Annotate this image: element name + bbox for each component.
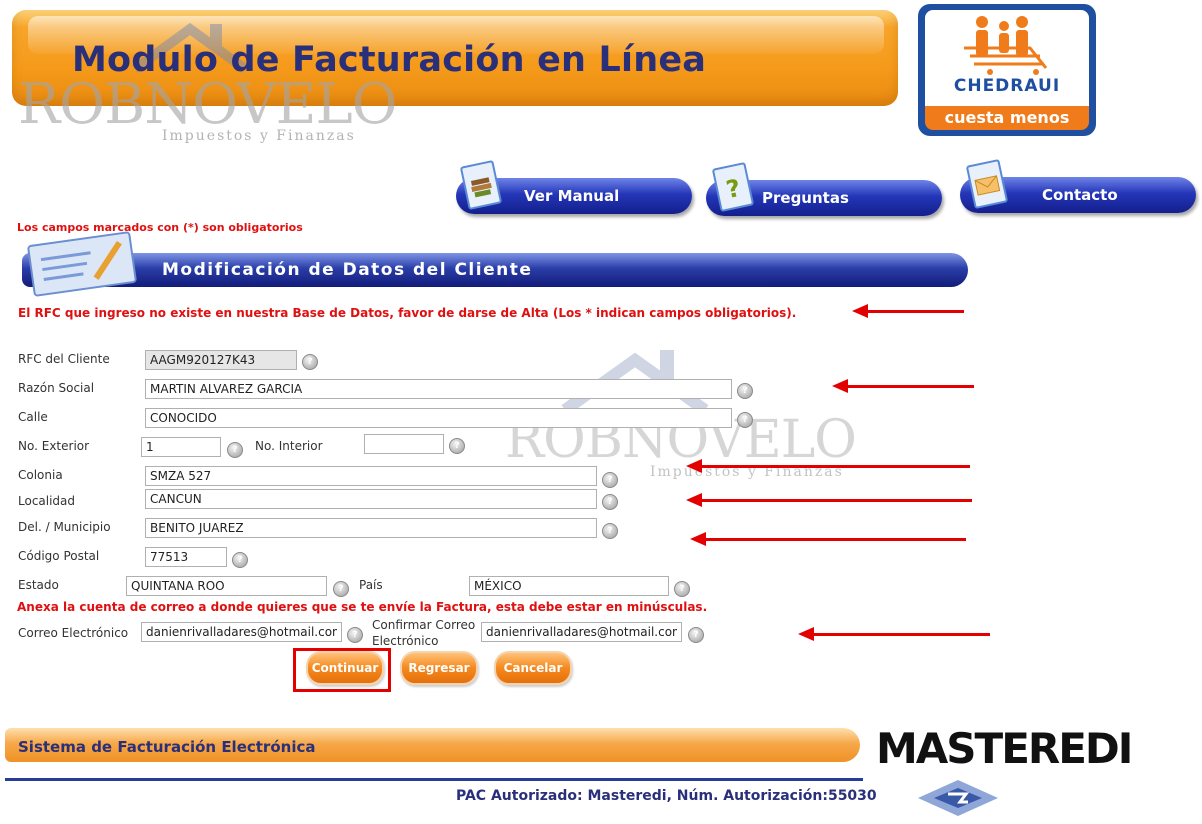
localidad-label: Localidad	[18, 494, 76, 508]
regresar-button[interactable]: Regresar	[400, 651, 478, 685]
annotation-arrow	[690, 532, 966, 546]
rfc-label: RFC del Cliente	[18, 352, 110, 366]
razon-social-label: Razón Social	[18, 381, 95, 395]
annotation-arrow	[852, 304, 964, 318]
annotation-arrow	[798, 627, 990, 641]
calle-label: Calle	[18, 410, 48, 424]
confirmar-correo-label-line1: Confirmar Correo	[372, 618, 476, 632]
municipio-field[interactable]	[145, 518, 597, 538]
pais-field[interactable]	[469, 576, 669, 596]
contacto-label: Contacto	[1042, 186, 1118, 204]
document-pencil-icon	[26, 231, 138, 297]
confirmar-correo-help-icon[interactable]: ?	[688, 627, 704, 643]
estado-label: Estado	[18, 578, 59, 592]
annotation-arrow	[832, 379, 974, 393]
localidad-field[interactable]	[145, 489, 597, 509]
pac-authorization: PAC Autorizado: Masteredi, Núm. Autoriza…	[456, 788, 877, 804]
rfc-field[interactable]	[145, 350, 297, 370]
colonia-field[interactable]	[145, 466, 597, 486]
calle-field[interactable]	[145, 408, 732, 428]
estado-field[interactable]	[126, 576, 327, 596]
pais-label: País	[359, 578, 383, 592]
no-exterior-help-icon[interactable]: ?	[227, 442, 243, 458]
required-fields-note: Los campos marcados con (*) son obligato…	[17, 221, 303, 234]
municipio-help-icon[interactable]: ?	[602, 523, 618, 539]
section-title: Modificación de Datos del Cliente	[162, 260, 533, 280]
footer-divider	[5, 778, 863, 781]
page-title: Modulo de Facturación en Línea	[72, 40, 707, 80]
pais-help-icon[interactable]: ?	[674, 581, 690, 597]
shopping-cart-family-icon	[964, 16, 1048, 75]
preguntas-frecuentes-label: Preguntas Frecuentes	[762, 189, 856, 243]
colonia-help-icon[interactable]: ?	[602, 472, 618, 488]
no-exterior-field[interactable]	[141, 437, 221, 457]
masteredi-emblem-icon	[918, 780, 998, 816]
confirmar-correo-label-line2: Electrónico	[372, 634, 439, 648]
razon-social-field[interactable]	[145, 379, 732, 399]
confirmar-correo-field[interactable]	[481, 622, 682, 642]
ver-manual-label: Ver Manual	[524, 187, 620, 205]
municipio-label: Del. / Municipio	[18, 520, 111, 534]
correo-field[interactable]	[141, 622, 342, 642]
localidad-help-icon[interactable]: ?	[602, 494, 618, 510]
colonia-label: Colonia	[18, 468, 63, 482]
no-interior-help-icon[interactable]: ?	[449, 438, 465, 454]
chedraui-name: CHEDRAUI	[953, 76, 1061, 96]
cancelar-button[interactable]: Cancelar	[494, 651, 572, 685]
continuar-highlight	[293, 648, 391, 692]
correo-label: Correo Electrónico	[18, 626, 129, 640]
codigo-postal-field[interactable]	[145, 547, 227, 567]
annotation-arrow	[686, 459, 970, 473]
chedraui-slogan: cuesta menos	[925, 106, 1089, 130]
no-exterior-label: No. Exterior	[18, 439, 90, 453]
annotation-arrow	[686, 493, 972, 507]
correo-help-icon[interactable]: ?	[347, 627, 363, 643]
rfc-help-icon[interactable]: ?	[302, 354, 318, 370]
razon-social-help-icon[interactable]: ?	[737, 383, 753, 399]
codigo-postal-label: Código Postal	[18, 549, 100, 563]
email-note: Anexa la cuenta de correo a donde quiere…	[17, 600, 708, 614]
robnovelo-tagline: Impuestos y Finanzas	[162, 128, 356, 144]
codigo-postal-help-icon[interactable]: ?	[232, 552, 248, 568]
calle-help-icon[interactable]: ?	[737, 412, 753, 428]
rfc-error-message: El RFC que ingreso no existe en nuestra …	[18, 306, 797, 320]
svg-text:?: ?	[724, 174, 743, 204]
estado-help-icon[interactable]: ?	[333, 581, 349, 597]
no-interior-field[interactable]	[364, 434, 444, 454]
masteredi-logo: MASTEREDI	[876, 724, 1133, 773]
footer-title: Sistema de Facturación Electrónica	[18, 738, 316, 756]
no-interior-label: No. Interior	[255, 439, 323, 453]
